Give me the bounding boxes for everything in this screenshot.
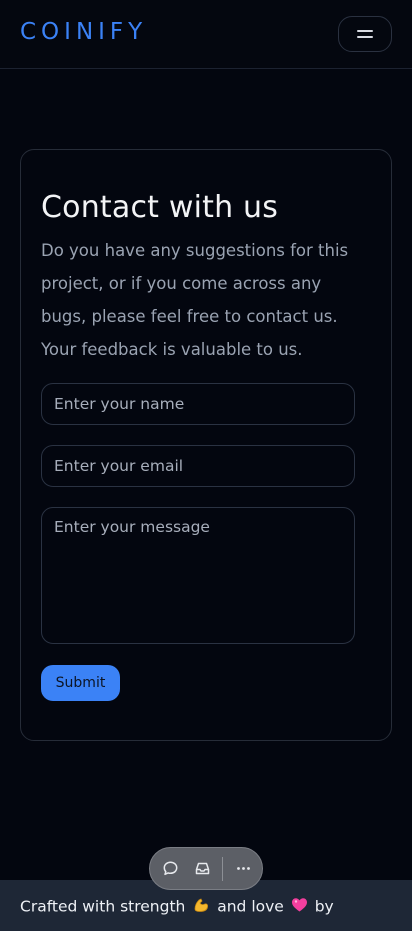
message-field[interactable] — [41, 507, 355, 644]
toolbar-divider — [222, 856, 223, 881]
contact-description: Do you have any suggestions for this pro… — [41, 241, 349, 359]
menu-button[interactable] — [338, 16, 392, 52]
submit-button[interactable]: Submit — [41, 665, 120, 701]
pink-heart-icon — [291, 897, 308, 917]
name-field[interactable] — [41, 383, 355, 425]
footer-text-strength: Crafted with strength — [20, 897, 186, 916]
footer-text-love: and love — [217, 897, 284, 916]
inbox-icon[interactable] — [186, 853, 218, 885]
top-bar: COINIFY — [0, 0, 412, 69]
contact-card: Contact with us Do you have any suggesti… — [20, 149, 392, 741]
footer-text-by: by — [314, 897, 334, 916]
floating-toolbar — [149, 847, 263, 890]
more-icon[interactable] — [227, 853, 259, 885]
email-field[interactable] — [41, 445, 355, 487]
flexed-bicep-icon — [192, 896, 210, 918]
page-title: Contact with us — [41, 190, 279, 225]
footer-credit: Crafted with strength and love by — [20, 896, 334, 918]
chat-bubble-icon[interactable] — [154, 853, 186, 885]
logo[interactable]: COINIFY — [20, 19, 147, 45]
hamburger-icon — [357, 30, 373, 38]
